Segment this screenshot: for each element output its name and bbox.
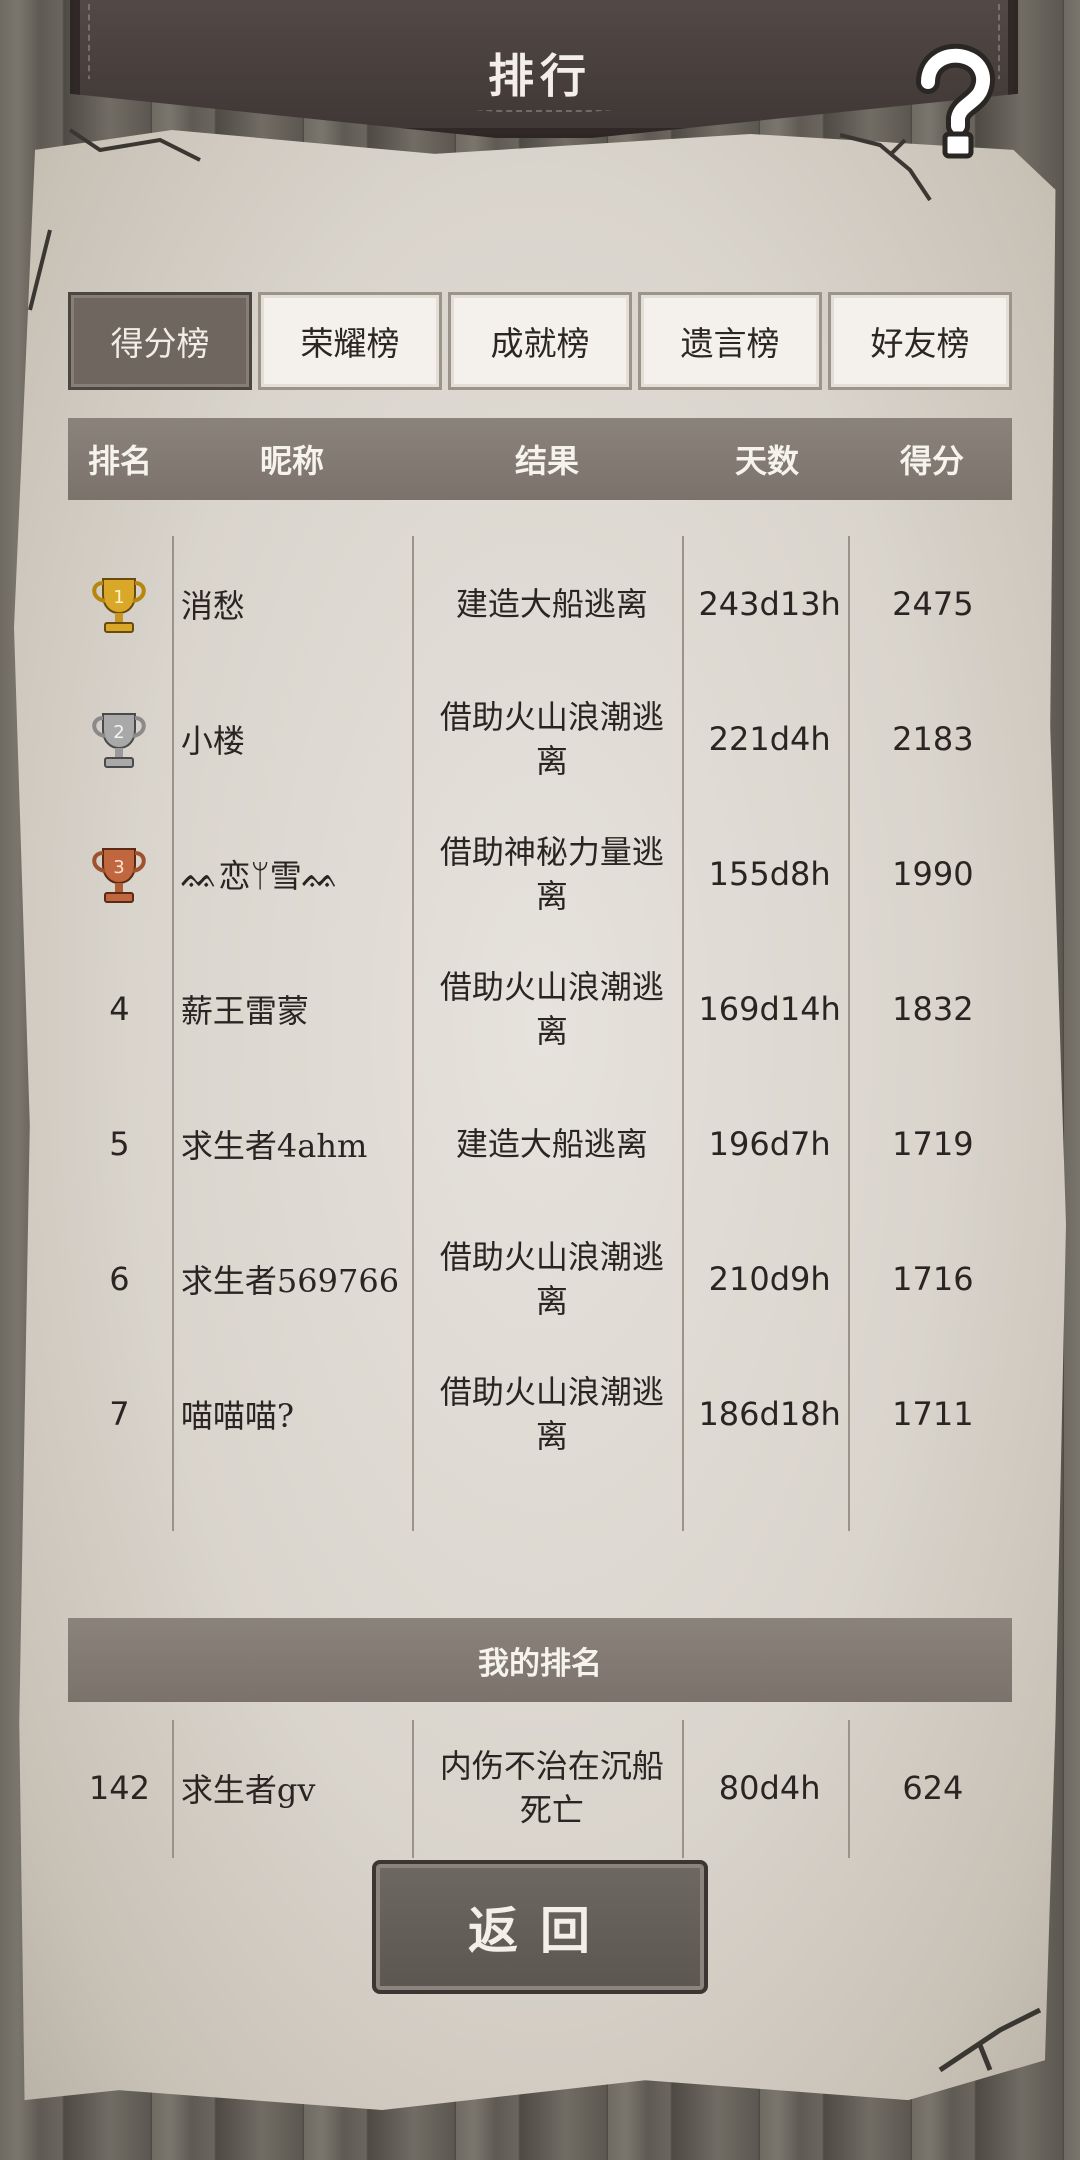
table-header: 排名 昵称 结果 天数 得分 bbox=[68, 418, 1012, 500]
my-rank-row: 142 求生者gv 内伤不治在沉船死亡 80d4h 624 bbox=[68, 1720, 1012, 1855]
header-result: 结果 bbox=[514, 442, 579, 480]
table-row[interactable]: 4 薪王雷蒙 借助火山浪潮逃离 169d14h 1832 bbox=[68, 941, 1012, 1076]
days-value: 243d13h bbox=[698, 584, 841, 623]
question-mark-icon[interactable] bbox=[890, 40, 1010, 160]
tab-last-words[interactable]: 遗言榜 bbox=[638, 292, 822, 390]
player-name: ᨐ恋ᛘ雪ᨐ bbox=[180, 856, 340, 895]
days-value: 221d4h bbox=[708, 719, 831, 758]
days-value: 196d7h bbox=[708, 1124, 831, 1163]
rank-number: 7 bbox=[109, 1394, 130, 1433]
result-text: 借助火山浪潮逃离 bbox=[439, 1237, 664, 1320]
silver-trophy-icon: 2 bbox=[92, 712, 147, 768]
score-value: 1711 bbox=[892, 1394, 974, 1433]
result-text: 借助神秘力量逃离 bbox=[439, 832, 664, 915]
rank-number: 142 bbox=[88, 1768, 150, 1807]
rank-cell: 3 bbox=[68, 843, 171, 905]
table-row[interactable]: 7 喵喵喵? 借助火山浪潮逃离 186d18h 1711 bbox=[68, 1346, 1012, 1481]
player-name: 求生者569766 bbox=[180, 1261, 400, 1300]
result-text: 内伤不治在沉船死亡 bbox=[439, 1746, 664, 1829]
score-value: 2183 bbox=[892, 719, 974, 758]
days-value: 169d14h bbox=[698, 989, 841, 1028]
days-value: 155d8h bbox=[708, 854, 831, 893]
player-name: 喵喵喵? bbox=[180, 1396, 295, 1435]
crack-decoration-bottom-right bbox=[938, 2007, 1042, 2073]
rank-cell: 1 bbox=[68, 573, 171, 635]
table-row[interactable]: 5 求生者4ahm 建造大船逃离 196d7h 1719 bbox=[68, 1076, 1012, 1211]
player-name: 消愁 bbox=[180, 586, 245, 625]
leaderboard-table: 1 消愁 建造大船逃离 243d13h 2475 2 小楼 借助火山浪潮逃离 2… bbox=[68, 536, 1012, 1481]
svg-text:2: 2 bbox=[114, 722, 125, 743]
table-row[interactable]: 2 小楼 借助火山浪潮逃离 221d4h 2183 bbox=[68, 671, 1012, 806]
player-name: 小楼 bbox=[180, 721, 245, 760]
back-button[interactable]: 返回 bbox=[372, 1860, 708, 1994]
score-value: 624 bbox=[902, 1768, 964, 1807]
result-text: 建造大船逃离 bbox=[455, 584, 648, 623]
bronze-trophy-icon: 3 bbox=[92, 847, 147, 903]
header-score: 得分 bbox=[899, 442, 964, 480]
tab-friends[interactable]: 好友榜 bbox=[828, 292, 1012, 390]
tab-achievement[interactable]: 成就榜 bbox=[448, 292, 632, 390]
score-value: 1716 bbox=[892, 1259, 974, 1298]
rank-cell: 2 bbox=[68, 708, 171, 770]
days-value: 186d18h bbox=[698, 1394, 841, 1433]
table-row[interactable]: 1 消愁 建造大船逃离 243d13h 2475 bbox=[68, 536, 1012, 671]
tab-honor[interactable]: 荣耀榜 bbox=[258, 292, 442, 390]
player-name: 薪王雷蒙 bbox=[180, 991, 309, 1030]
svg-text:1: 1 bbox=[114, 587, 125, 608]
table-row[interactable]: 6 求生者569766 借助火山浪潮逃离 210d9h 1716 bbox=[68, 1211, 1012, 1346]
rank-number: 6 bbox=[109, 1259, 130, 1298]
gold-trophy-icon: 1 bbox=[92, 577, 147, 633]
player-name: 求生者4ahm bbox=[180, 1126, 368, 1165]
svg-text:3: 3 bbox=[114, 857, 125, 878]
score-value: 2475 bbox=[892, 584, 974, 623]
rank-number: 4 bbox=[109, 989, 130, 1028]
result-text: 借助火山浪潮逃离 bbox=[439, 1372, 664, 1455]
tab-score[interactable]: 得分榜 bbox=[68, 292, 252, 390]
header-name: 昵称 bbox=[259, 442, 324, 480]
player-name: 求生者gv bbox=[180, 1770, 316, 1809]
result-text: 借助火山浪潮逃离 bbox=[439, 697, 664, 780]
result-text: 建造大船逃离 bbox=[455, 1124, 648, 1163]
rank-number: 5 bbox=[109, 1124, 130, 1163]
score-value: 1719 bbox=[892, 1124, 974, 1163]
my-rank-header: 我的排名 bbox=[68, 1618, 1012, 1702]
header-rank: 排名 bbox=[87, 442, 152, 480]
header-days: 天数 bbox=[734, 442, 799, 480]
days-value: 210d9h bbox=[708, 1259, 831, 1298]
result-text: 借助火山浪潮逃离 bbox=[439, 967, 664, 1050]
table-row[interactable]: 3 ᨐ恋ᛘ雪ᨐ 借助神秘力量逃离 155d8h 1990 bbox=[68, 806, 1012, 941]
score-value: 1832 bbox=[892, 989, 974, 1028]
leaderboard-tabs: 得分榜 荣耀榜 成就榜 遗言榜 好友榜 bbox=[68, 292, 1012, 390]
score-value: 1990 bbox=[892, 854, 974, 893]
days-value: 80d4h bbox=[718, 1768, 821, 1807]
table-row[interactable]: 142 求生者gv 内伤不治在沉船死亡 80d4h 624 bbox=[68, 1720, 1012, 1855]
